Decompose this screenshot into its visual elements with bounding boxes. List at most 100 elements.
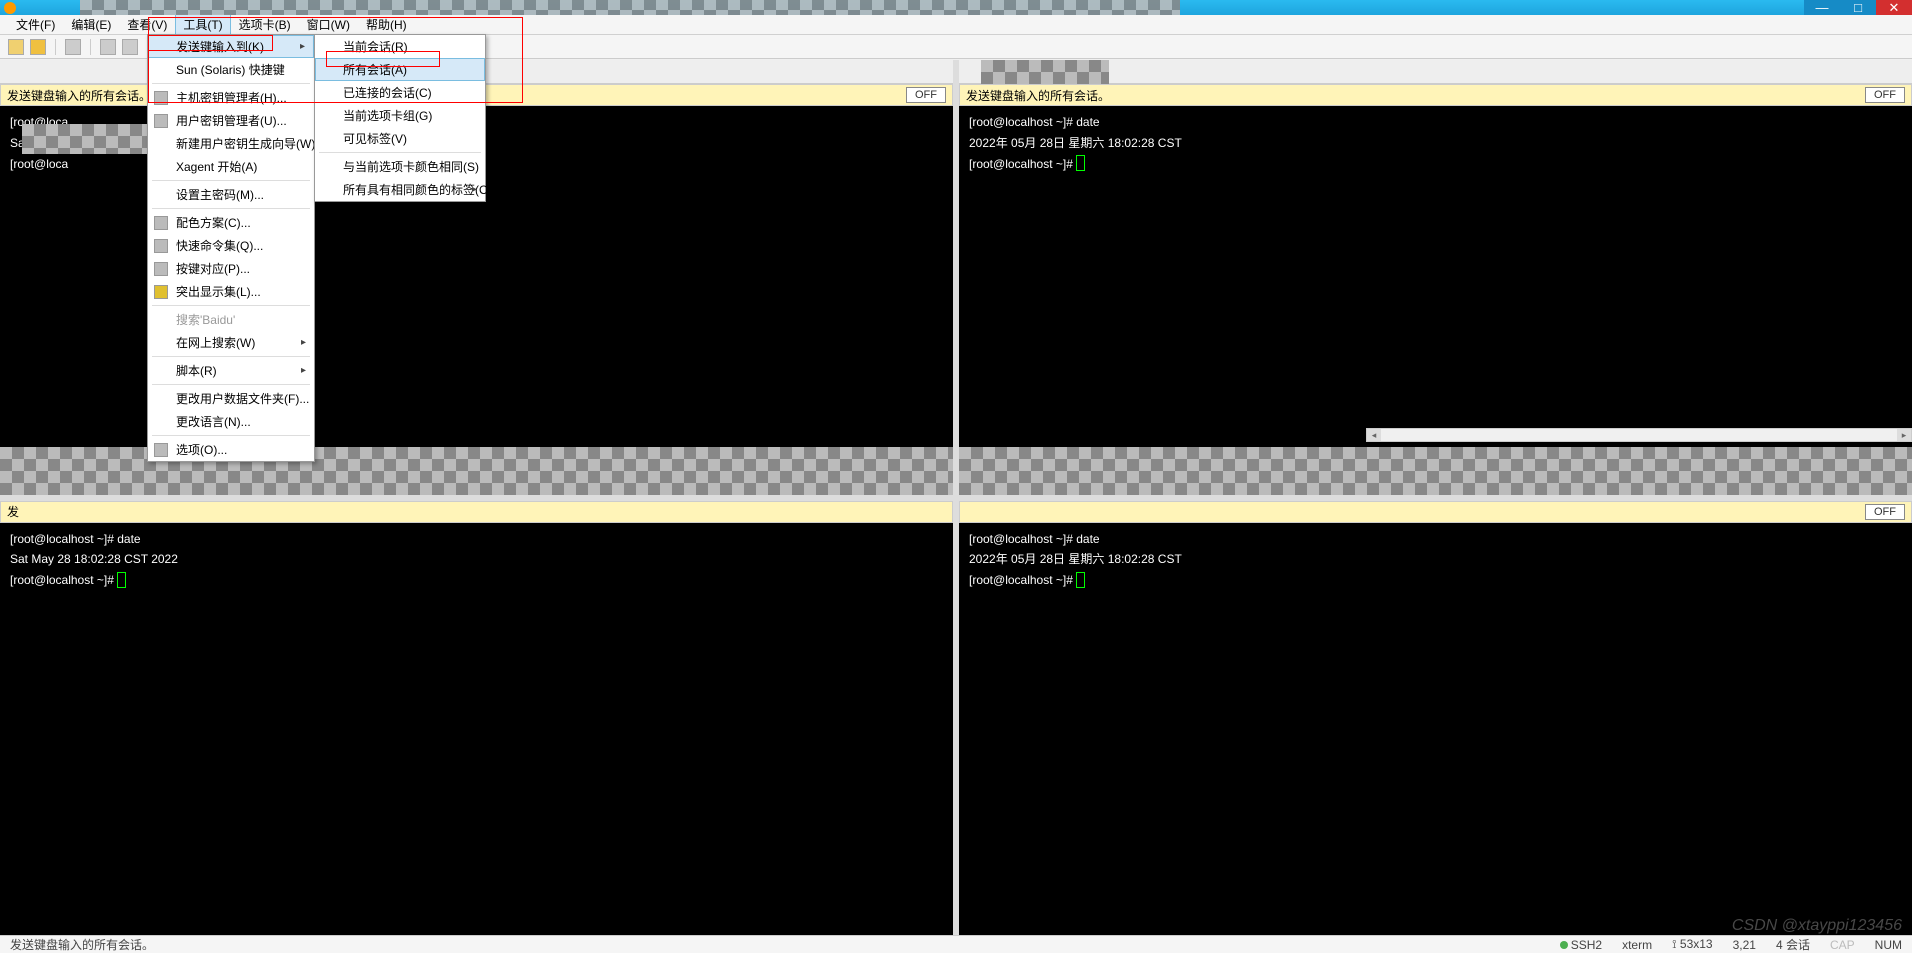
broadcast-bar: 发 (0, 501, 953, 523)
submenu-all[interactable]: 所有会话(A) (315, 58, 485, 81)
menu-options[interactable]: 选项(O)... (148, 438, 314, 461)
menu-label: 在网上搜索(W) (176, 334, 255, 351)
tb-icon[interactable] (65, 39, 81, 55)
status-ssh: SSH2 (1560, 938, 1602, 952)
pixelated-region (0, 447, 953, 495)
splitter-horizontal[interactable] (0, 495, 1912, 501)
menu-label: 更改用户数据文件夹(F)... (176, 390, 309, 407)
tb-icon[interactable] (100, 39, 116, 55)
menu-set-master-pw[interactable]: 设置主密码(M)... (148, 183, 314, 206)
scroll-left-icon[interactable]: ◂ (1367, 429, 1381, 441)
menu-label: 已连接的会话(C) (343, 84, 432, 101)
menu-send-key-to[interactable]: 发送键输入到(K) (148, 35, 314, 58)
menu-color-scheme[interactable]: 配色方案(C)... (148, 211, 314, 234)
broadcast-label: 发 (7, 503, 19, 520)
menu-view[interactable]: 查看(V) (119, 14, 175, 35)
separator (152, 305, 310, 306)
term-line: Sat May 28 18:02:28 CST 2022 (10, 552, 178, 566)
pane-tab-bar (959, 60, 1912, 84)
pixelated-region (22, 124, 150, 154)
menu-xagent-start[interactable]: Xagent 开始(A) (148, 155, 314, 178)
close-button[interactable]: ✕ (1876, 0, 1912, 15)
key-icon (154, 91, 168, 105)
cursor (117, 572, 126, 588)
menubar: 文件(F) 编辑(E) 查看(V) 工具(T) 选项卡(B) 窗口(W) 帮助(… (0, 15, 1912, 35)
status-xterm: xterm (1622, 938, 1652, 952)
submenu-current[interactable]: 当前会话(R) (315, 35, 485, 58)
menu-label: 发送键输入到(K) (176, 38, 264, 55)
submenu-connected[interactable]: 已连接的会话(C) (315, 81, 485, 104)
term-line: [root@localhost ~]# date (969, 115, 1100, 129)
submenu-same-color-tab[interactable]: 与当前选项卡颜色相同(S) (315, 155, 485, 178)
menu-key-map[interactable]: 按键对应(P)... (148, 257, 314, 280)
pixelated-region (981, 60, 1109, 84)
menu-tools[interactable]: 工具(T) (175, 14, 230, 35)
separator (152, 435, 310, 436)
separator (152, 356, 310, 357)
menu-label: 搜索'Baidu' (176, 311, 235, 328)
menu-label: 新建用户密钥生成向导(W)... (176, 135, 325, 152)
lightning-icon (154, 239, 168, 253)
pane-bottom-left: 发 [root@localhost ~]# date Sat May 28 18… (0, 501, 953, 936)
status-message: 发送键盘输入的所有会话。 (10, 936, 154, 953)
off-button[interactable]: OFF (1865, 504, 1905, 520)
scroll-right-icon[interactable]: ▸ (1897, 429, 1911, 441)
menu-label: 设置主密码(M)... (176, 186, 264, 203)
menu-change-user-data[interactable]: 更改用户数据文件夹(F)... (148, 387, 314, 410)
tb-open-icon[interactable] (30, 39, 46, 55)
separator (152, 384, 310, 385)
menu-window[interactable]: 窗口(W) (299, 14, 358, 35)
menu-quick-cmd[interactable]: 快速命令集(Q)... (148, 234, 314, 257)
menu-label: 当前会话(R) (343, 38, 408, 55)
gear-icon (154, 443, 168, 457)
term-line: [root@localhost ~]# date (10, 532, 141, 546)
broadcast-label: 发送键盘输入的所有会话。 (966, 87, 1110, 104)
off-button[interactable]: OFF (906, 87, 946, 103)
terminal[interactable]: [root@localhost ~]# date Sat May 28 18:0… (0, 523, 953, 936)
pane-bottom-right: OFF [root@localhost ~]# date 2022年 05月 2… (959, 501, 1912, 936)
scrollbar-horizontal[interactable]: ◂ ▸ (1366, 428, 1912, 442)
separator (319, 152, 481, 153)
maximize-button[interactable]: □ (1840, 0, 1876, 15)
menu-web-search[interactable]: 在网上搜索(W) (148, 331, 314, 354)
pixelated-region (80, 0, 1180, 15)
menu-host-key-mgr[interactable]: 主机密钥管理者(H)... (148, 86, 314, 109)
menu-edit[interactable]: 编辑(E) (63, 14, 119, 35)
menu-new-user-key-wizard[interactable]: 新建用户密钥生成向导(W)... (148, 132, 314, 155)
submenu-same-color-label[interactable]: 所有具有相同颜色的标签(O) (315, 178, 485, 201)
submenu-visible-tabs[interactable]: 可见标签(V) (315, 127, 485, 150)
palette-icon (154, 216, 168, 230)
submenu-current-tab-group[interactable]: 当前选项卡组(G) (315, 104, 485, 127)
user-key-icon (154, 114, 168, 128)
keyboard-icon (154, 262, 168, 276)
menu-sun-solaris[interactable]: Sun (Solaris) 快捷键 (148, 58, 314, 81)
menu-user-key-mgr[interactable]: 用户密钥管理者(U)... (148, 109, 314, 132)
statusbar: 发送键盘输入的所有会话。 SSH2 xterm ⟟ 53x13 3,21 4 会… (0, 935, 1912, 953)
status-dot-icon (1560, 941, 1568, 949)
menu-highlight[interactable]: 突出显示集(L)... (148, 280, 314, 303)
menu-script[interactable]: 脚本(R) (148, 359, 314, 382)
status-pos: 3,21 (1733, 938, 1756, 952)
tb-new-icon[interactable] (8, 39, 24, 55)
terminal[interactable]: [root@localhost ~]# date 2022年 05月 28日 星… (959, 523, 1912, 936)
cursor (1076, 155, 1085, 171)
menu-tabs[interactable]: 选项卡(B) (231, 14, 299, 35)
menu-label: 突出显示集(L)... (176, 283, 261, 300)
status-size: ⟟ 53x13 (1672, 937, 1713, 952)
off-button[interactable]: OFF (1865, 87, 1905, 103)
separator (152, 180, 310, 181)
broadcast-bar: OFF (959, 501, 1912, 523)
minimize-button[interactable]: — (1804, 0, 1840, 15)
menu-label: 主机密钥管理者(H)... (176, 89, 287, 106)
tools-dropdown: 发送键输入到(K) Sun (Solaris) 快捷键 主机密钥管理者(H)..… (147, 34, 315, 462)
menu-label: 用户密钥管理者(U)... (176, 112, 287, 129)
menu-help[interactable]: 帮助(H) (358, 14, 415, 35)
terminal[interactable]: [root@localhost ~]# date 2022年 05月 28日 星… (959, 106, 1912, 447)
menu-file[interactable]: 文件(F) (8, 14, 63, 35)
term-line: [root@localhost ~]# (969, 573, 1076, 587)
broadcast-bar: 发送键盘输入的所有会话。 OFF (959, 84, 1912, 106)
menu-label: 脚本(R) (176, 362, 217, 379)
tb-icon[interactable] (122, 39, 138, 55)
menu-change-lang[interactable]: 更改语言(N)... (148, 410, 314, 433)
highlight-icon (154, 285, 168, 299)
